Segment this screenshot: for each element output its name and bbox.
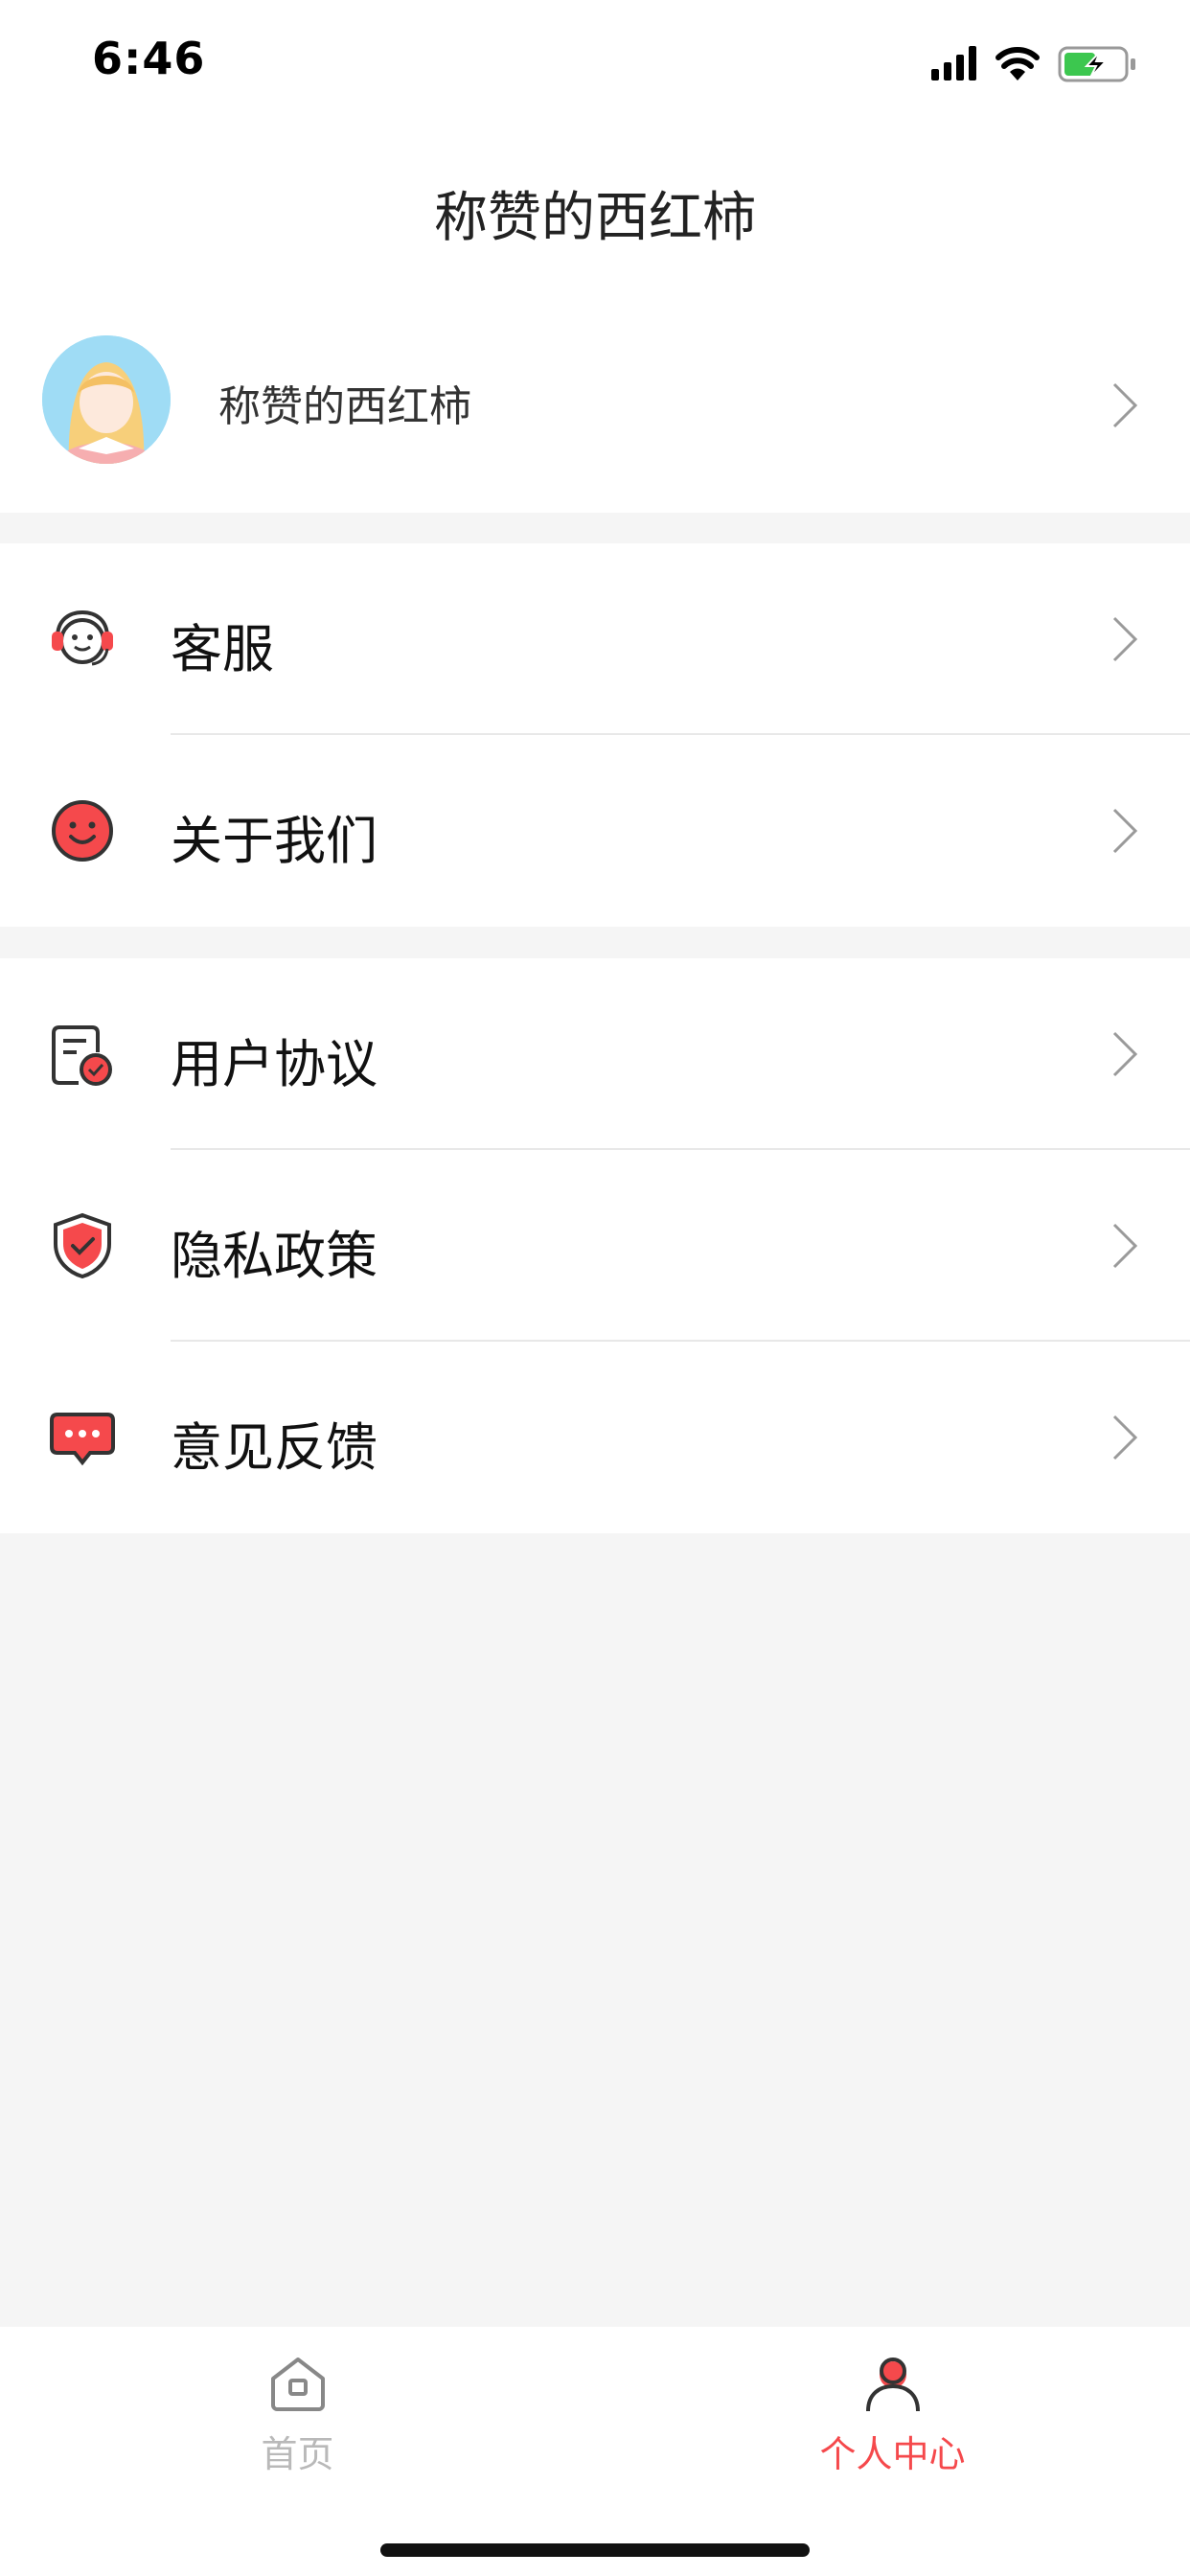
tab-label-profile-center: 个人中心 <box>819 2433 966 2475</box>
signal-icon <box>931 46 976 80</box>
chevron-right-icon <box>1112 1223 1138 1269</box>
chevron-right-icon <box>1112 1414 1138 1460</box>
chevron-right-icon <box>1112 616 1138 662</box>
profile-name: 称赞的西红柿 <box>218 382 471 431</box>
battery-icon <box>1058 46 1135 82</box>
nav-bar: 称赞的西红柿 <box>0 125 1190 297</box>
menu-item-label: 隐私政策 <box>171 1226 378 1286</box>
menu-item-label: 用户协议 <box>171 1034 378 1094</box>
chevron-right-icon <box>1112 1031 1138 1077</box>
tab-bar: 首页 个人中心 <box>0 2327 1190 2576</box>
menu-item-customer-service[interactable]: 客服 <box>0 543 1190 735</box>
chevron-right-icon <box>1112 382 1138 428</box>
menu-item-label: 关于我们 <box>171 811 378 871</box>
status-icons <box>931 46 1135 82</box>
status-bar: 6:46 <box>0 0 1190 125</box>
menu-item-label: 客服 <box>171 619 274 679</box>
home-indicator <box>380 2543 810 2557</box>
avatar-image-icon <box>42 335 171 464</box>
menu-section-legal: 用户协议 隐私政策 意见反馈 <box>0 958 1190 1533</box>
agreement-document-icon <box>52 1025 112 1086</box>
person-icon <box>865 2358 920 2412</box>
chevron-right-icon <box>1112 808 1138 854</box>
home-icon <box>270 2358 325 2411</box>
page-title: 称赞的西红柿 <box>434 187 756 249</box>
menu-item-privacy-policy[interactable]: 隐私政策 <box>0 1150 1190 1342</box>
profile-row[interactable]: 称赞的西红柿 <box>0 297 1190 513</box>
shield-check-icon <box>54 1212 111 1279</box>
menu-item-feedback[interactable]: 意见反馈 <box>0 1342 1190 1533</box>
smiley-icon <box>52 800 113 862</box>
wifi-icon <box>995 47 1040 80</box>
headset-icon <box>52 610 113 666</box>
menu-item-label: 意见反馈 <box>171 1417 378 1478</box>
menu-section-service: 客服 关于我们 <box>0 543 1190 927</box>
menu-item-user-agreement[interactable]: 用户协议 <box>0 958 1190 1150</box>
tab-home[interactable]: 首页 <box>0 2327 595 2499</box>
avatar[interactable] <box>42 335 171 464</box>
menu-item-about-us[interactable]: 关于我们 <box>0 735 1190 927</box>
tab-label-home: 首页 <box>261 2433 334 2475</box>
tab-profile-center[interactable]: 个人中心 <box>595 2327 1190 2499</box>
status-time: 6:46 <box>92 33 206 84</box>
chat-bubble-icon <box>50 1413 115 1466</box>
